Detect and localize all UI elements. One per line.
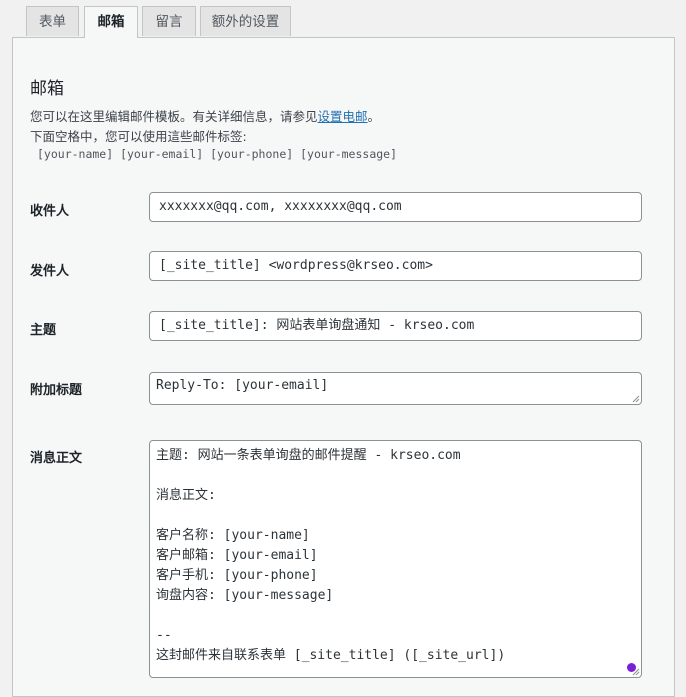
to-label: 收件人 — [30, 204, 70, 219]
body-line: 客户名称: [your-name] — [156, 528, 310, 543]
mail-tags-list: [your-name] [your-email] [your-phone] [y… — [37, 147, 398, 161]
tab-additional-settings[interactable]: 额外的设置 — [200, 6, 291, 36]
setup-mail-link[interactable]: 设置电邮 — [318, 109, 368, 124]
tab-form[interactable]: 表单 — [26, 6, 79, 36]
body-line: 客户邮箱: [your-email] — [156, 548, 318, 563]
body-line: -- — [156, 628, 172, 643]
section-description: 您可以在这里编辑邮件模板。有关详细信息，请参见设置电邮。 — [30, 109, 381, 124]
message-body-label: 消息正文 — [30, 451, 83, 466]
body-line: 询盘内容: [your-message] — [156, 588, 334, 603]
from-field[interactable]: [_site_title] <wordpress@krseo.com> — [149, 251, 642, 281]
body-line: 客户手机: [your-phone] — [156, 568, 318, 583]
tab-bar: 表单 邮箱 留言 额外的设置 — [12, 6, 674, 38]
additional-headers-label: 附加标题 — [30, 383, 83, 398]
resize-grip-icon[interactable] — [631, 394, 640, 403]
mail-tags-hint: 下面空格中，您可以使用這些邮件标签: — [30, 129, 247, 144]
section-title: 邮箱 — [30, 79, 64, 99]
cursor-indicator-dot — [627, 663, 636, 672]
body-line: 主题: 网站一条表单询盘的邮件提醒 - krseo.com — [156, 448, 461, 463]
message-body-textarea[interactable]: 主题: 网站一条表单询盘的邮件提醒 - krseo.com 消息正文: 客户名称… — [149, 440, 642, 678]
tab-messages[interactable]: 留言 — [142, 6, 196, 36]
tab-mail[interactable]: 邮箱 — [84, 6, 138, 38]
body-line: 消息正文: — [156, 488, 216, 503]
body-line — [156, 506, 635, 526]
subject-field[interactable]: [_site_title]: 网站表单询盘通知 - krseo.com — [149, 311, 642, 341]
body-line — [156, 466, 635, 486]
subject-label: 主题 — [30, 323, 57, 338]
from-label: 发件人 — [30, 264, 70, 279]
additional-headers-textarea[interactable]: Reply-To: [your-email] — [149, 372, 642, 405]
to-field[interactable]: xxxxxxx@qq.com, xxxxxxxx@qq.com — [149, 192, 642, 222]
body-line: 这封邮件来自联系表单 [_site_title] ([_site_url]) — [156, 648, 506, 663]
body-line — [156, 606, 635, 626]
